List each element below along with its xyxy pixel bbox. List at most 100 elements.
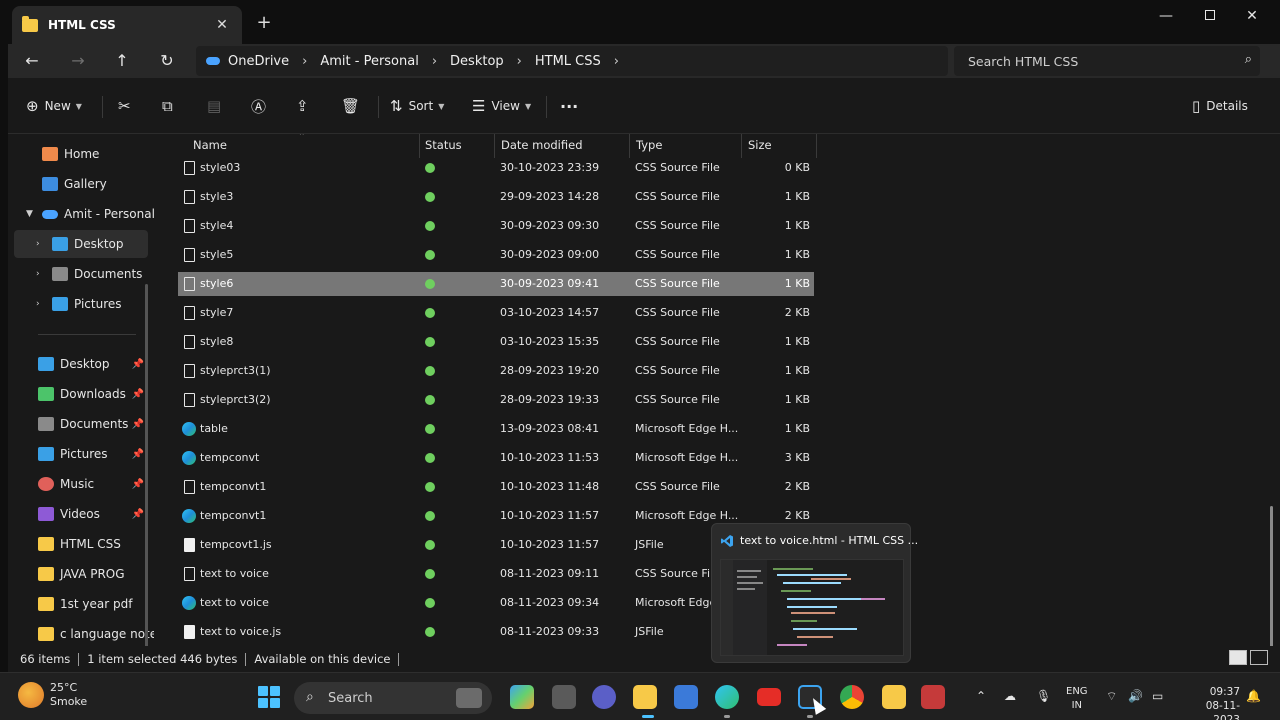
sidebar-item-home[interactable]: Home — [14, 140, 148, 168]
file-row[interactable]: styleprct3(1) 28-09-2023 19:20 CSS Source … — [178, 359, 814, 383]
column-divider[interactable] — [816, 134, 817, 158]
quick-access-videos[interactable]: Videos 📌 — [14, 500, 148, 528]
battery-icon[interactable]: ▭ — [1152, 689, 1163, 703]
column-header-status[interactable]: Status — [425, 138, 462, 152]
view-button[interactable]: ☰ View ▼ — [472, 95, 531, 117]
scrollbar[interactable] — [1270, 506, 1273, 646]
share-button[interactable]: ⇪ — [296, 95, 315, 117]
chevron-down-icon[interactable]: ▼ — [26, 209, 33, 219]
volume-icon[interactable]: 🔊 — [1128, 689, 1143, 703]
new-tab-button[interactable]: + — [253, 12, 275, 33]
sidebar-item-gallery[interactable]: Gallery — [14, 170, 148, 198]
copy-button[interactable]: ⧉ — [162, 95, 179, 117]
sidebar-scrollbar[interactable] — [145, 284, 148, 646]
pin-icon[interactable]: 📌 — [132, 479, 144, 490]
taskbar-thumbnail-preview[interactable]: text to voice.html - HTML CSS ... — [711, 523, 918, 663]
new-button[interactable]: ⊕ New ▼ — [26, 95, 82, 117]
chrome-icon[interactable] — [840, 685, 864, 709]
breadcrumb-separator[interactable]: › — [517, 54, 522, 69]
pin-icon[interactable]: 📌 — [132, 449, 144, 460]
forward-button[interactable]: → — [64, 49, 92, 73]
tiles-view-button[interactable] — [1250, 650, 1268, 665]
tab-html-css[interactable]: HTML CSS ✕ — [12, 6, 242, 44]
paste-button[interactable]: ▤ — [207, 95, 227, 117]
quick-access-desktop[interactable]: Desktop 📌 — [14, 350, 148, 378]
file-row[interactable]: style03 30-10-2023 23:39 CSS Source File 0 … — [178, 156, 814, 180]
breadcrumb-separator[interactable]: › — [302, 54, 307, 69]
file-row[interactable]: style8 03-10-2023 15:35 CSS Source File 1 K… — [178, 330, 814, 354]
chevron-right-icon[interactable]: › — [36, 299, 40, 309]
file-row[interactable]: tempconvt1 10-10-2023 11:48 CSS Source Fil… — [178, 475, 814, 499]
pin-icon[interactable]: 📌 — [132, 389, 144, 400]
clock[interactable]: 09:37 08-11-2023 — [1180, 685, 1240, 720]
microphone-icon[interactable]: 🎙 — [1036, 689, 1051, 703]
weather-widget[interactable]: 25°C Smoke — [18, 681, 87, 709]
file-row[interactable]: style5 30-09-2023 09:00 CSS Source File 1 K… — [178, 243, 814, 267]
file-row[interactable]: style3 29-09-2023 14:28 CSS Source File 1 K… — [178, 185, 814, 209]
task-view-icon[interactable] — [552, 685, 576, 709]
edge-icon[interactable] — [715, 685, 739, 709]
up-button[interactable]: ↑ — [108, 49, 136, 73]
breadcrumb-amit-personal[interactable]: Amit - Personal — [320, 54, 418, 69]
quick-access-documents[interactable]: Documents 📌 — [14, 410, 148, 438]
file-row[interactable]: style7 03-10-2023 14:57 CSS Source File 2 K… — [178, 301, 814, 325]
search-icon[interactable]: ⌕ — [1245, 52, 1252, 67]
file-row[interactable]: tempconvt 10-10-2023 11:53 Microsoft Edge … — [178, 446, 814, 470]
column-divider[interactable] — [419, 134, 420, 158]
pin-icon[interactable]: 📌 — [132, 359, 144, 370]
search-input[interactable]: Search HTML CSS ⌕ — [954, 46, 1260, 76]
file-row[interactable]: style4 30-09-2023 09:30 CSS Source File 1 K… — [178, 214, 814, 238]
sidebar-item-pictures[interactable]: › Pictures — [14, 290, 148, 318]
file-row[interactable]: table 13-09-2023 08:41 Microsoft Edge H...… — [178, 417, 814, 441]
breadcrumb-html-css[interactable]: HTML CSS — [535, 54, 601, 69]
snipping-tool-icon[interactable] — [921, 685, 945, 709]
details-view-button[interactable] — [1229, 650, 1247, 665]
back-button[interactable]: ← — [18, 49, 46, 73]
quick-access-pictures[interactable]: Pictures 📌 — [14, 440, 148, 468]
quick-access-downloads[interactable]: Downloads 📌 — [14, 380, 148, 408]
file-explorer-icon[interactable] — [633, 685, 657, 709]
youtube-icon[interactable] — [757, 688, 781, 706]
quick-access-html-css[interactable]: HTML CSS — [14, 530, 148, 558]
chevron-up-icon[interactable]: ⌃ — [976, 689, 986, 703]
refresh-button[interactable]: ↻ — [153, 49, 181, 73]
taskbar-search[interactable]: ⌕ Search — [294, 682, 492, 714]
column-header-date-modified[interactable]: Date modified — [501, 138, 583, 152]
chevron-right-icon[interactable]: › — [36, 269, 40, 279]
column-divider[interactable] — [494, 134, 495, 158]
sort-button[interactable]: ⇅ Sort ▼ — [390, 95, 444, 117]
rename-button[interactable]: Ⓐ — [251, 95, 272, 117]
maximize-button[interactable] — [1190, 4, 1230, 28]
copilot-icon[interactable] — [510, 685, 534, 709]
notification-bell-icon[interactable]: 🔔 — [1246, 689, 1261, 703]
sidebar-item-desktop[interactable]: › Desktop — [14, 230, 148, 258]
address-bar[interactable]: OneDrive › Amit - Personal › Desktop › H… — [196, 46, 948, 76]
notepad-icon[interactable] — [882, 685, 906, 709]
details-button[interactable]: ▯ Details — [1192, 95, 1248, 117]
quick-access-music[interactable]: Music 📌 — [14, 470, 148, 498]
quick-access-1st-year-pdf[interactable]: 1st year pdf — [14, 590, 148, 618]
minimize-button[interactable]: — — [1146, 4, 1186, 28]
start-button[interactable] — [258, 686, 280, 708]
breadcrumb-onedrive[interactable]: OneDrive — [228, 54, 289, 69]
microsoft-store-icon[interactable] — [674, 685, 698, 709]
meet-icon[interactable] — [592, 685, 616, 709]
column-header-size[interactable]: Size — [748, 138, 772, 152]
onedrive-tray-icon[interactable]: ☁ — [1004, 689, 1016, 703]
file-row[interactable]: styleprct3(2) 28-09-2023 19:33 CSS Source … — [178, 388, 814, 412]
chevron-right-icon[interactable]: › — [36, 239, 40, 249]
delete-button[interactable]: 🗑 — [341, 95, 366, 117]
quick-access-c-language-note[interactable]: c language note — [14, 620, 154, 646]
quick-access-java-prog[interactable]: JAVA PROG — [14, 560, 148, 588]
sidebar-item-documents[interactable]: › Documents — [14, 260, 148, 288]
column-divider[interactable] — [741, 134, 742, 158]
cut-button[interactable]: ✂ — [118, 95, 137, 117]
pin-icon[interactable]: 📌 — [132, 509, 144, 520]
column-header-type[interactable]: Type — [636, 138, 662, 152]
breadcrumb-separator[interactable]: › — [432, 54, 437, 69]
tab-close-button[interactable]: ✕ — [212, 17, 232, 33]
file-row[interactable]: style6 30-09-2023 09:41 CSS Source File 1 K… — [178, 272, 814, 296]
close-button[interactable]: ✕ — [1232, 4, 1272, 28]
sidebar-item-amit-personal[interactable]: ▼ Amit - Personal — [14, 200, 154, 228]
wifi-icon[interactable]: ⌔ — [1106, 689, 1117, 704]
